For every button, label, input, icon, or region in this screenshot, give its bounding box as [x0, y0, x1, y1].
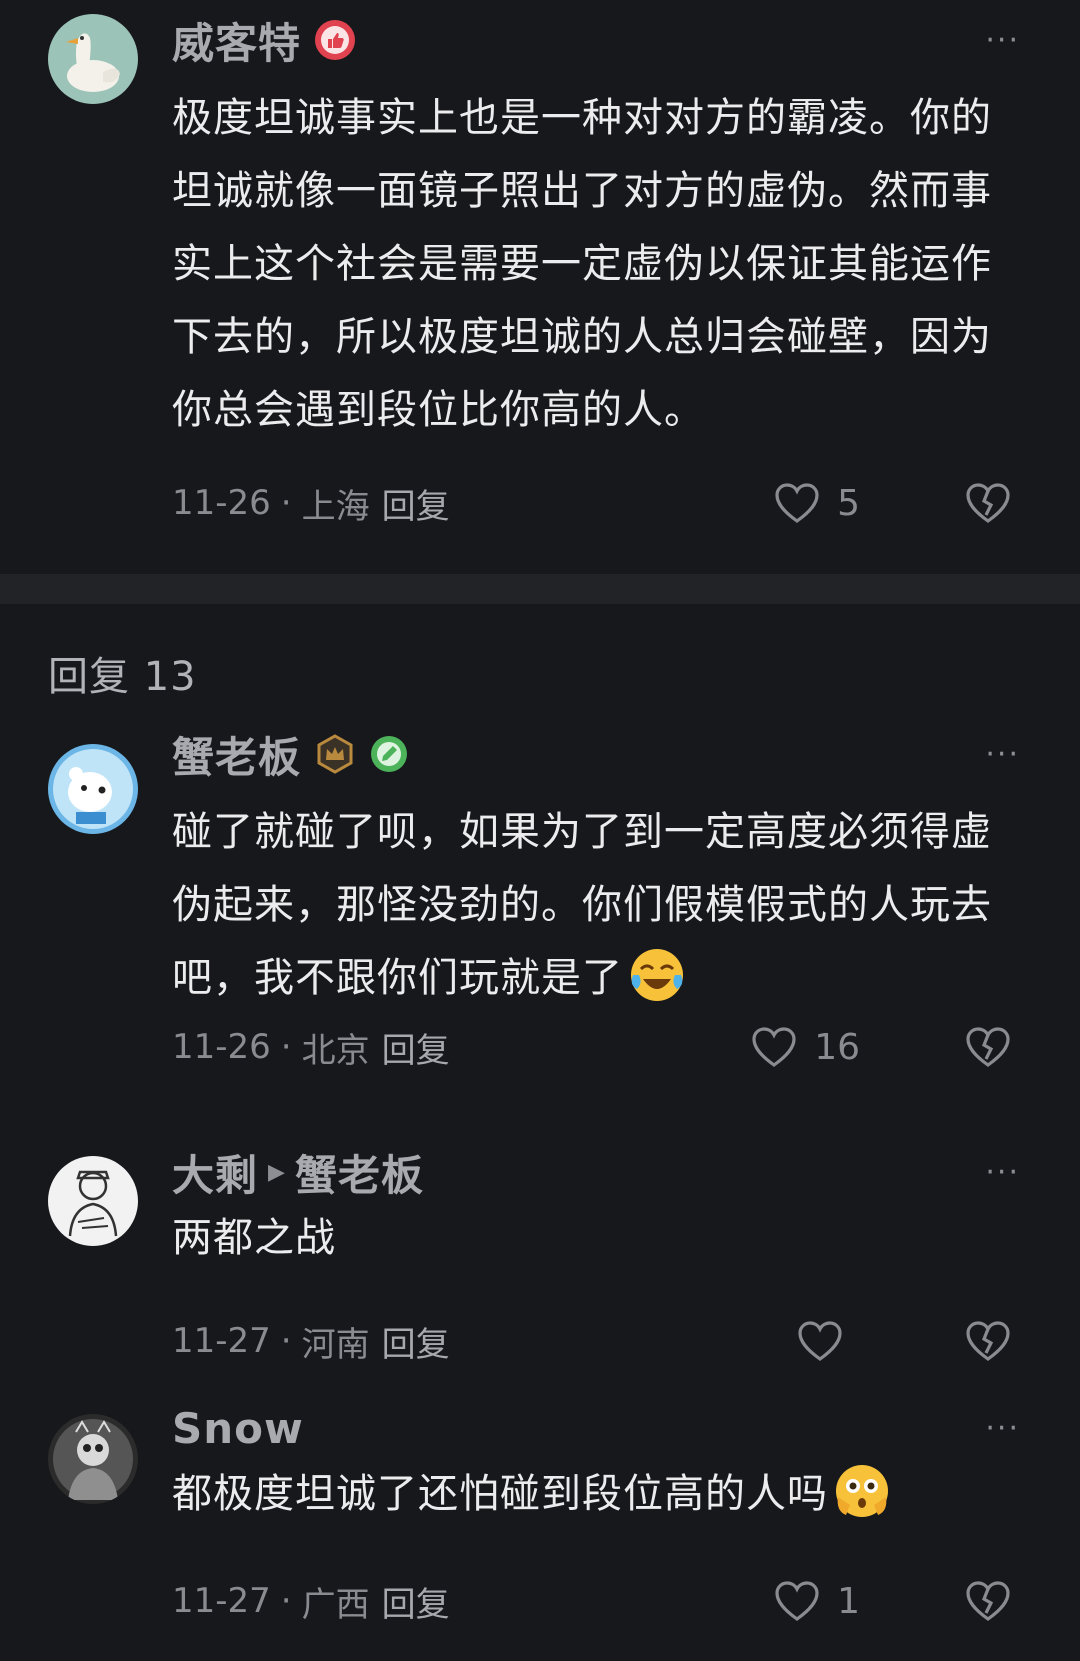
like-button[interactable] — [796, 1316, 860, 1366]
character-avatar-icon — [48, 1414, 138, 1504]
comment-meta: 11-26 · 北京 回复 — [172, 1022, 450, 1072]
comment-meta: 11-27 · 河南 回复 — [172, 1316, 450, 1366]
more-options-button[interactable]: ··· — [985, 1400, 1020, 1456]
comment-meta: 11-26 · 上海 回复 — [172, 478, 450, 528]
avatar[interactable] — [48, 14, 138, 104]
reply-button[interactable]: 回复 — [382, 1317, 450, 1366]
section-divider — [0, 574, 1080, 604]
like-count: 5 — [837, 482, 860, 524]
laughing-crying-emoji-icon — [627, 945, 687, 1005]
avatar[interactable] — [48, 1414, 138, 1504]
reply-button[interactable]: 回复 — [382, 479, 450, 528]
reply-button[interactable]: 回复 — [382, 1023, 450, 1072]
comment-location: 北京 — [301, 1030, 370, 1071]
like-count: 16 — [814, 1026, 860, 1068]
separator-dot: · — [280, 1027, 292, 1067]
username[interactable]: 威客特 — [172, 10, 301, 71]
heart-icon — [798, 1321, 842, 1361]
author-row: 威客特 — [172, 10, 356, 71]
pencil-badge-icon — [369, 734, 409, 774]
crown-badge-icon — [315, 734, 355, 774]
comment-date: 11-26 — [172, 483, 271, 523]
heart-icon — [752, 1027, 796, 1067]
comment-date: 11-27 — [172, 1581, 271, 1621]
dislike-button[interactable] — [964, 1576, 1012, 1626]
broken-heart-icon — [966, 1581, 1010, 1621]
username[interactable]: 大剩 — [172, 1142, 258, 1203]
like-button[interactable]: 1 — [773, 1576, 860, 1626]
reply-to-username[interactable]: 蟹老板 — [295, 1142, 424, 1203]
bear-avatar-icon — [48, 744, 138, 834]
username[interactable]: 蟹老板 — [172, 724, 301, 785]
heart-icon — [775, 1581, 819, 1621]
broken-heart-icon — [966, 1321, 1010, 1361]
more-options-button[interactable]: ··· — [985, 12, 1020, 68]
broken-heart-icon — [966, 1027, 1010, 1067]
goose-avatar-icon — [48, 14, 138, 104]
comment-text: 两都之战 — [172, 1215, 336, 1261]
sketch-avatar-icon — [48, 1156, 138, 1246]
separator-dot: · — [280, 483, 292, 523]
author-row: 蟹老板 — [172, 726, 409, 782]
comment-text: 都极度坦诚了还怕碰到段位高的人吗 — [172, 1458, 1012, 1531]
broken-heart-icon — [966, 483, 1010, 523]
comment-meta: 11-27 · 广西 回复 — [172, 1576, 450, 1626]
like-button[interactable]: 16 — [750, 1022, 860, 1072]
author-row: 大剩 ▶ 蟹老板 — [172, 1144, 424, 1200]
like-button[interactable]: 5 — [773, 478, 860, 528]
comment-text: 碰了就碰了呗，如果为了到一定高度必须得虚伪起来，那怪没劲的。你们假模假式的人玩去… — [172, 796, 1012, 1015]
separator-dot: · — [280, 1321, 292, 1361]
comment-text-body: 都极度坦诚了还怕碰到段位高的人吗 — [172, 1471, 828, 1517]
author-row: Snow — [172, 1400, 304, 1456]
avatar[interactable] — [48, 744, 138, 834]
avatar[interactable] — [48, 1156, 138, 1246]
heart-icon — [775, 483, 819, 523]
comment-location: 河南 — [301, 1324, 370, 1365]
comment-location: 广西 — [301, 1584, 370, 1625]
more-options-button[interactable]: ··· — [985, 726, 1020, 782]
thumbs-up-badge-icon — [315, 20, 356, 60]
replies-count-header: 回复 13 — [48, 654, 197, 700]
comment-text: 极度坦诚事实上也是一种对对方的霸凌。你的坦诚就像一面镜子照出了对方的虚伪。然而事… — [172, 95, 992, 433]
more-options-button[interactable]: ··· — [985, 1144, 1020, 1200]
comment-text-body: 碰了就碰了呗，如果为了到一定高度必须得虚伪起来，那怪没劲的。你们假模假式的人玩去… — [172, 809, 992, 1001]
dislike-button[interactable] — [964, 1022, 1012, 1072]
flushed-hands-emoji-icon — [832, 1461, 892, 1521]
comment-date: 11-26 — [172, 1027, 271, 1067]
like-count: 1 — [837, 1580, 860, 1622]
dislike-button[interactable] — [964, 1316, 1012, 1366]
separator-dot: · — [280, 1581, 292, 1621]
comment-date: 11-27 — [172, 1321, 271, 1361]
username[interactable]: Snow — [172, 1404, 304, 1453]
reply-arrow-icon: ▶ — [268, 1159, 285, 1185]
comment-location: 上海 — [301, 486, 370, 527]
reply-button[interactable]: 回复 — [382, 1577, 450, 1626]
dislike-button[interactable] — [964, 478, 1012, 528]
